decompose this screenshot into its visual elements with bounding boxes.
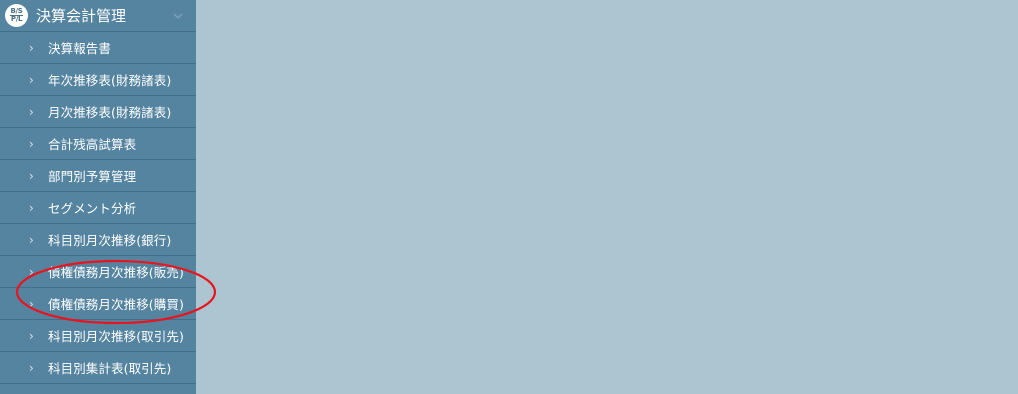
sidebar-item-label: 科目別集計表(取引先) xyxy=(48,361,172,376)
menu-group-closing-accounting[interactable]: B/S P/L 決算会計管理 xyxy=(0,0,196,32)
sidebar-item-closing-report[interactable]: › 決算報告書 xyxy=(0,32,196,64)
chevron-right-icon: › xyxy=(29,136,34,151)
sidebar-item-label: 合計残高試算表 xyxy=(48,137,137,152)
sidebar-item-label: 月次推移表(財務諸表) xyxy=(48,105,172,120)
menu-group-title: 決算会計管理 xyxy=(36,7,127,25)
bs-pl-icon: B/S P/L xyxy=(5,4,28,27)
main-content-area xyxy=(196,0,1018,394)
sidebar-item-label: 科目別月次推移(銀行) xyxy=(48,233,172,248)
chevron-right-icon: › xyxy=(29,40,34,55)
sidebar-item-receivables-monthly-sales[interactable]: › 債権債務月次推移(販売) xyxy=(0,256,196,288)
sidebar-item-trial-balance[interactable]: › 合計残高試算表 xyxy=(0,128,196,160)
chevron-right-icon: › xyxy=(29,360,34,375)
sidebar-item-label: 決算報告書 xyxy=(48,41,112,56)
chevron-right-icon: › xyxy=(29,328,34,343)
sidebar-item-label: 債権債務月次推移(購買) xyxy=(48,297,184,312)
bs-pl-icon-bottom-text: P/L xyxy=(10,15,23,23)
sidebar-item-segment-analysis[interactable]: › セグメント分析 xyxy=(0,192,196,224)
sidebar-item-annual-trend[interactable]: › 年次推移表(財務諸表) xyxy=(0,64,196,96)
chevron-right-icon: › xyxy=(29,200,34,215)
sidebar-item-label: 年次推移表(財務諸表) xyxy=(48,73,172,88)
sidebar-item-payables-monthly-purchase[interactable]: › 債権債務月次推移(購買) xyxy=(0,288,196,320)
chevron-right-icon: › xyxy=(29,72,34,87)
sidebar-item-label: セグメント分析 xyxy=(48,201,137,216)
sidebar-item-label: 科目別月次推移(取引先) xyxy=(48,329,184,344)
sidebar-item-account-monthly-bank[interactable]: › 科目別月次推移(銀行) xyxy=(0,224,196,256)
bs-pl-icon-top-text: B/S xyxy=(10,7,23,15)
chevron-right-icon: › xyxy=(29,296,34,311)
sidebar-item-department-budget[interactable]: › 部門別予算管理 xyxy=(0,160,196,192)
chevron-right-icon: › xyxy=(29,232,34,247)
chevron-right-icon: › xyxy=(29,104,34,119)
sidebar-item-label: 部門別予算管理 xyxy=(48,169,137,184)
chevron-right-icon: › xyxy=(29,264,34,279)
sidebar-item-label: 債権債務月次推移(販売) xyxy=(48,265,184,280)
chevron-right-icon: › xyxy=(29,168,34,183)
sidebar-item-monthly-trend[interactable]: › 月次推移表(財務諸表) xyxy=(0,96,196,128)
sidebar-item-account-summary-partner[interactable]: › 科目別集計表(取引先) xyxy=(0,352,196,384)
sidebar-item-account-monthly-partner[interactable]: › 科目別月次推移(取引先) xyxy=(0,320,196,352)
sidebar-menu: B/S P/L 決算会計管理 › 決算報告書 › 年次推移表(財務諸表) › 月… xyxy=(0,0,196,394)
chevron-down-icon[interactable] xyxy=(172,10,184,22)
